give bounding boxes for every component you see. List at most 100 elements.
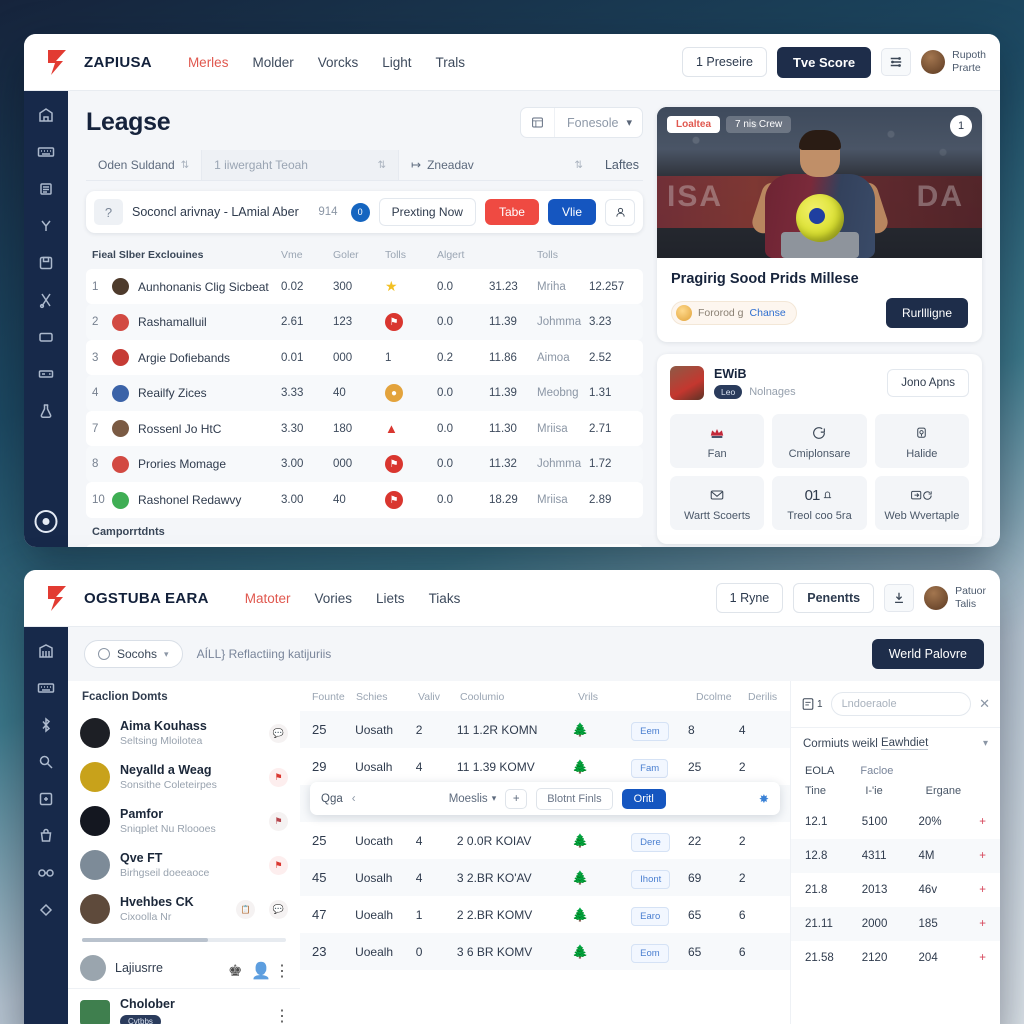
floatbar-ghost-button[interactable]: Blotnt Finls [536, 787, 613, 810]
bell-icon[interactable]: ⚑ [269, 811, 288, 831]
table-row[interactable]: 25 Uosath 2 11 1.2R KOMN 🌲 Eem 8 4 [300, 711, 790, 748]
plus-icon[interactable]: + [979, 816, 986, 828]
plus-icon[interactable]: + [979, 850, 986, 862]
horizontal-scrollbar[interactable] [82, 938, 286, 942]
keyboard-icon[interactable] [36, 142, 56, 162]
row-button[interactable]: Eem [631, 721, 688, 741]
tile-watt-scoerts[interactable]: Wartt Scoerts [670, 476, 765, 530]
row-button[interactable]: Dere [631, 832, 688, 852]
window-icon[interactable] [36, 327, 56, 347]
add-button[interactable]: + [505, 788, 528, 809]
bell-icon[interactable]: ⚑ [269, 767, 288, 787]
list-item[interactable]: Pamfor Sniqplet Nu Rloooes ⚑ [68, 799, 300, 843]
tile-halide[interactable]: Halide [874, 414, 969, 468]
person-icon[interactable]: 👤 [251, 961, 271, 980]
playing-now-button[interactable]: Prexting Now [378, 198, 476, 226]
grid-icon[interactable] [36, 789, 56, 809]
user-menu[interactable]: Patuor Talis [924, 585, 986, 611]
list-icon[interactable] [36, 179, 56, 199]
sponsor-link[interactable]: Chanse [750, 307, 786, 319]
row-button[interactable]: Ihont [631, 869, 688, 889]
chevron-left-icon[interactable]: ‹ [352, 793, 356, 805]
floatbar-primary-button[interactable]: Oritl [621, 788, 666, 809]
table-row[interactable]: 2 Rashamalluil 2.61 123 ⚑ 0.0 11.39 Johm… [86, 304, 643, 340]
table-row[interactable]: 23 Uoealh 0 3 6 BR KOMV 🌲 Eom 65 6 [300, 933, 790, 970]
bell-icon[interactable]: ⚑ [269, 855, 288, 875]
tile-web[interactable]: Web Wvertaple [874, 476, 969, 530]
nav-item-3[interactable]: Tiaks [429, 591, 461, 606]
table-row[interactable]: 21.58 2120 204 + [791, 941, 1000, 975]
nav-item-2[interactable]: Liets [376, 591, 405, 606]
list-item[interactable]: Aima Kouhass Seltsing Mloilotea 💬 [68, 711, 300, 755]
plus-icon[interactable]: + [979, 884, 986, 896]
list-item[interactable]: Neyalld a Weag Sonsithe Coleteirpes ⚑ [68, 755, 300, 799]
search-icon[interactable] [36, 752, 56, 772]
list-item[interactable]: Hvehbes CK Cixoolla Nr 📋 💬 [68, 887, 300, 931]
nav-item-3[interactable]: Light [382, 55, 411, 70]
hero-cta-button[interactable]: Rurllligne [885, 298, 968, 328]
list-card[interactable]: Cholober Cvtbbs ⋮ [68, 989, 300, 1024]
red-action-button[interactable]: Tabe [484, 199, 539, 225]
tab-eola[interactable]: EOLA [805, 765, 834, 777]
filter-0[interactable]: Oden Suldand ⇅ [86, 150, 201, 180]
tab-facloe[interactable]: Facloe [860, 765, 893, 777]
filter-tail[interactable]: Laftes [595, 150, 643, 180]
table-row[interactable]: 7 Rossenl Jo HtC 3.30 180 ▲ 0.0 11.30 Mr… [86, 411, 643, 446]
plus-icon[interactable]: + [979, 918, 986, 930]
world-palore-button[interactable]: Werld Palovre [871, 639, 984, 669]
tile-treol[interactable]: 01 Treol coo 5ra [772, 476, 867, 530]
nav-item-1[interactable]: Molder [252, 55, 293, 70]
power-icon[interactable] [34, 510, 58, 533]
user-menu[interactable]: Rupoth Prarte [921, 49, 986, 75]
details-selector[interactable]: Cormiuts weikl Eawhdiet ▾ [791, 727, 1000, 759]
table-row[interactable]: 12.8 4311 4M + [791, 839, 1000, 873]
nav-item-0[interactable]: Merles [188, 55, 229, 70]
table-row[interactable]: 47 Uoealh 1 2 2.BR KOMV 🌲 Earo 65 6 [300, 896, 790, 933]
glasses-icon[interactable] [36, 863, 56, 883]
card-icon[interactable] [36, 364, 56, 384]
view-selector[interactable]: Fonesole ▾ [520, 107, 643, 138]
blue-action-button[interactable]: Vlie [547, 199, 596, 225]
filter-2[interactable]: ↦ Zneadav ⇅ [398, 150, 595, 180]
diamond-icon[interactable] [36, 900, 56, 920]
table-row[interactable]: 29 Uosalh 4 11 1.39 KOMV 🌲 Fam 25 2 [300, 748, 790, 785]
row-button[interactable]: Earo [631, 906, 688, 926]
penentts-button[interactable]: Penentts [793, 583, 875, 613]
sponsor-chip[interactable]: Fororod g Chanse [671, 301, 797, 325]
table-row[interactable]: 45 Uosalh 4 3 2.BR KO'AV 🌲 Ihont 69 2 [300, 859, 790, 896]
nav-item-2[interactable]: Vorcks [318, 55, 359, 70]
scissors-icon[interactable] [36, 290, 56, 310]
flask-icon[interactable] [36, 401, 56, 421]
preseire-button[interactable]: 1 Preseire [682, 47, 767, 77]
person-icon-button[interactable] [605, 198, 635, 226]
search-input[interactable]: Lndoeraole [830, 692, 972, 716]
socohs-filter-pill[interactable]: Socohs ▾ [84, 640, 183, 668]
row-button[interactable]: Eom [631, 943, 688, 963]
table-row[interactable]: 10 Rashonel Redawvy 3.00 40 ⚑ 0.0 18.29 … [86, 482, 643, 518]
nav-item-0[interactable]: Matoter [245, 591, 291, 606]
bank-icon[interactable] [36, 641, 56, 661]
floatbar-select[interactable]: Moeslis ▾ [449, 793, 497, 805]
table-row[interactable]: 25 Uocath 4 2 0.0R KOIAV 🌲 Dere 22 2 [300, 822, 790, 859]
table-row[interactable]: 13 Deriler s Frectlock 1.17 20 ● 180 112… [86, 544, 643, 547]
table-row[interactable]: 21.8 2013 46v + [791, 873, 1000, 907]
nav-item-4[interactable]: Trals [436, 55, 466, 70]
download-icon[interactable] [884, 584, 915, 612]
table-row[interactable]: 3 Argie Dofiebands 0.01 000 1 0.2 11.86 … [86, 340, 643, 375]
chat-icon[interactable]: 💬 [269, 723, 288, 743]
branch-icon[interactable] [36, 216, 56, 236]
plus-icon[interactable]: + [979, 952, 986, 964]
table-row[interactable]: 4 Reailfy Zices 3.33 40 ● 0.0 11.39 Meob… [86, 375, 643, 411]
table-row[interactable]: 8 Prories Momage 3.00 000 ⚑ 0.0 11.32 Jo… [86, 446, 643, 482]
profile-action-button[interactable]: Jono Apns [887, 369, 969, 397]
chat-icon[interactable]: 💬 [269, 899, 288, 919]
tile-fan[interactable]: Fan [670, 414, 765, 468]
bluetooth-icon[interactable] [36, 715, 56, 735]
list-item[interactable]: Qve FT Birhgseil doeeaoce ⚑ [68, 843, 300, 887]
bag-icon[interactable] [36, 826, 56, 846]
save-icon[interactable] [36, 253, 56, 273]
ryne-button[interactable]: 1 Ryne [715, 583, 784, 613]
row-button[interactable]: Fam [631, 758, 688, 778]
table-row[interactable]: 1 Aunhonanis Clig Sicbeat 0.02 300 ★ 0.0… [86, 269, 643, 304]
table-row[interactable]: 21.11 2000 185 + [791, 907, 1000, 941]
